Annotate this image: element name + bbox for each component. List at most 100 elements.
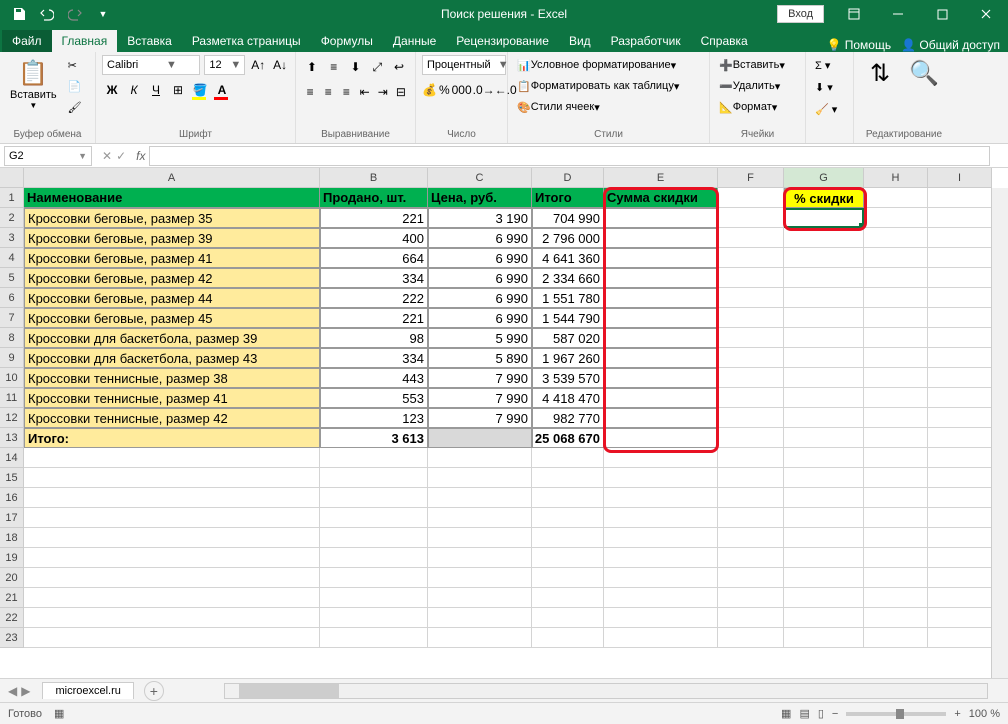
cell[interactable] — [718, 408, 784, 428]
cell[interactable] — [718, 428, 784, 448]
clear-icon[interactable]: 🧹 ▾ — [812, 99, 847, 119]
table-cell[interactable]: Кроссовки беговые, размер 35 — [24, 208, 320, 228]
font-size-combo[interactable]: ▼ — [204, 55, 245, 75]
minimize-icon[interactable] — [876, 0, 920, 28]
cell[interactable] — [532, 608, 604, 628]
row-header[interactable]: 15 — [0, 468, 24, 488]
table-cell[interactable] — [604, 408, 718, 428]
total-cell[interactable]: 25 068 670 — [532, 428, 604, 448]
table-cell[interactable]: Кроссовки беговые, размер 44 — [24, 288, 320, 308]
wrap-text-icon[interactable]: ↩ — [389, 57, 409, 77]
find-select-button[interactable]: 🔍 — [904, 55, 944, 128]
table-cell[interactable]: Кроссовки теннисные, размер 42 — [24, 408, 320, 428]
table-cell[interactable]: Кроссовки для баскетбола, размер 43 — [24, 348, 320, 368]
merge-icon[interactable]: ⊟ — [393, 82, 409, 102]
row-header[interactable]: 9 — [0, 348, 24, 368]
row-header[interactable]: 1 — [0, 188, 24, 208]
share-button[interactable]: 👤 Общий доступ — [901, 38, 1000, 52]
cell[interactable] — [24, 628, 320, 648]
row-header[interactable]: 10 — [0, 368, 24, 388]
cell[interactable] — [928, 188, 992, 208]
column-header[interactable]: A — [24, 168, 320, 188]
cell[interactable] — [532, 468, 604, 488]
cell[interactable] — [928, 288, 992, 308]
worksheet[interactable]: ABCDEFGHI1НаименованиеПродано, шт.Цена, … — [0, 168, 1008, 678]
table-cell[interactable]: 7 990 — [428, 368, 532, 388]
row-header[interactable]: 13 — [0, 428, 24, 448]
cell[interactable] — [864, 388, 928, 408]
table-cell[interactable]: 98 — [320, 328, 428, 348]
cell[interactable] — [320, 548, 428, 568]
table-cell[interactable] — [604, 368, 718, 388]
cell[interactable] — [928, 208, 992, 228]
cell[interactable] — [928, 388, 992, 408]
cell[interactable] — [718, 568, 784, 588]
table-cell[interactable]: 221 — [320, 208, 428, 228]
cell[interactable] — [532, 488, 604, 508]
cell[interactable] — [428, 488, 532, 508]
cell[interactable] — [928, 508, 992, 528]
cell[interactable] — [718, 188, 784, 208]
cell[interactable] — [428, 528, 532, 548]
table-cell[interactable]: 6 990 — [428, 288, 532, 308]
total-cell[interactable] — [604, 428, 718, 448]
cell[interactable] — [864, 208, 928, 228]
percent-icon[interactable]: % — [439, 80, 450, 100]
table-header-cell[interactable]: Цена, руб. — [428, 188, 532, 208]
fill-icon[interactable]: ⬇ ▾ — [812, 77, 847, 97]
table-cell[interactable] — [604, 268, 718, 288]
paste-button[interactable]: 📋 Вставить ▼ — [6, 55, 61, 128]
table-cell[interactable]: Кроссовки беговые, размер 41 — [24, 248, 320, 268]
cell[interactable] — [864, 628, 928, 648]
table-header-cell[interactable]: Наименование — [24, 188, 320, 208]
cell[interactable] — [718, 628, 784, 648]
cell[interactable] — [784, 408, 864, 428]
cell[interactable] — [320, 588, 428, 608]
cell[interactable] — [320, 468, 428, 488]
cell[interactable] — [532, 448, 604, 468]
cell[interactable] — [928, 548, 992, 568]
cell[interactable] — [320, 508, 428, 528]
cell[interactable] — [928, 608, 992, 628]
cell[interactable] — [718, 528, 784, 548]
row-header[interactable]: 21 — [0, 588, 24, 608]
cell[interactable] — [320, 528, 428, 548]
table-cell[interactable]: 334 — [320, 348, 428, 368]
cell[interactable] — [864, 468, 928, 488]
cell[interactable] — [532, 628, 604, 648]
bold-button[interactable]: Ж — [102, 80, 122, 100]
cell[interactable] — [532, 528, 604, 548]
cell[interactable] — [864, 228, 928, 248]
table-header-cell[interactable]: Итого — [532, 188, 604, 208]
table-cell[interactable]: 6 990 — [428, 228, 532, 248]
cell[interactable] — [784, 348, 864, 368]
align-middle-icon[interactable]: ≡ — [324, 57, 344, 77]
horizontal-scrollbar[interactable] — [224, 683, 988, 699]
row-header[interactable]: 11 — [0, 388, 24, 408]
cell[interactable] — [784, 548, 864, 568]
cell[interactable] — [604, 548, 718, 568]
login-button[interactable]: Вход — [777, 5, 824, 23]
cell[interactable] — [24, 568, 320, 588]
cut-icon[interactable]: ✂ — [65, 55, 85, 75]
cell[interactable] — [928, 468, 992, 488]
cell[interactable] — [784, 448, 864, 468]
tab-insert[interactable]: Вставка — [117, 30, 182, 52]
tab-nav-next-icon[interactable]: ▶ — [21, 684, 30, 698]
cell[interactable] — [864, 608, 928, 628]
table-header-cell[interactable]: Продано, шт. — [320, 188, 428, 208]
table-cell[interactable] — [604, 208, 718, 228]
cell[interactable] — [24, 588, 320, 608]
fill-color-button[interactable]: 🪣 — [190, 80, 210, 100]
cell[interactable] — [532, 508, 604, 528]
cell[interactable] — [320, 448, 428, 468]
cell[interactable] — [24, 608, 320, 628]
decrease-font-icon[interactable]: A↓ — [271, 55, 289, 75]
cell[interactable] — [718, 288, 784, 308]
italic-button[interactable]: К — [124, 80, 144, 100]
cell[interactable] — [428, 588, 532, 608]
zoom-in-icon[interactable]: + — [954, 708, 960, 720]
cell[interactable] — [928, 408, 992, 428]
cell[interactable] — [428, 608, 532, 628]
table-cell[interactable] — [604, 388, 718, 408]
